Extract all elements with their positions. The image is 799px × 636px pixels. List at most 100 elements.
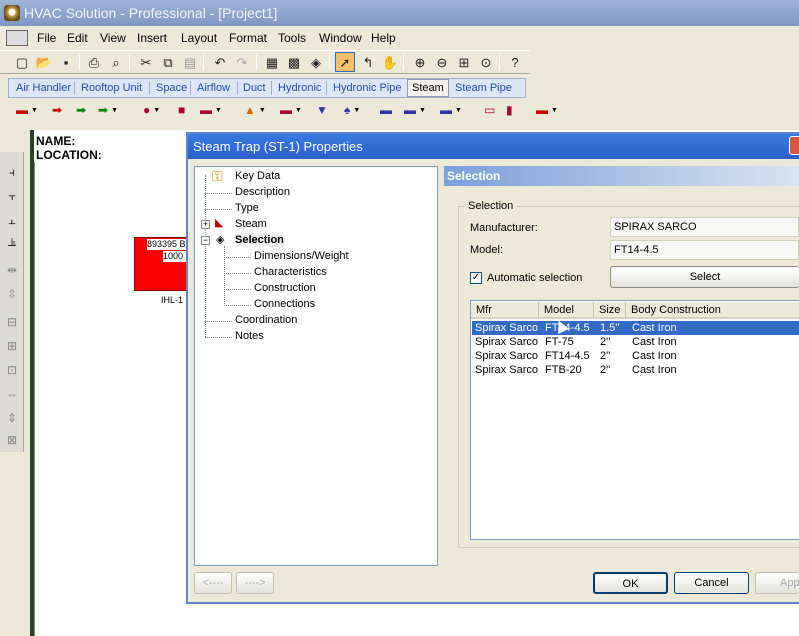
forward-button[interactable]: ----> bbox=[236, 572, 274, 594]
zoom-fit-icon[interactable]: ⊞ bbox=[454, 52, 474, 72]
flash-tank-tool-icon[interactable]: ▬ ▼ bbox=[440, 103, 462, 117]
tab-space[interactable]: Space bbox=[156, 80, 187, 96]
zoom-window-icon[interactable]: ⊙ bbox=[476, 52, 496, 72]
align-bottom-icon[interactable]: ⫡ bbox=[4, 234, 20, 250]
pump-tool-icon[interactable]: ▲ ▼ bbox=[244, 103, 266, 117]
menu-edit[interactable]: Edit bbox=[67, 31, 88, 45]
valve-tool-icon[interactable]: ● ▼ bbox=[143, 103, 160, 117]
zoom-out-icon[interactable]: ⊖ bbox=[432, 52, 452, 72]
print-icon[interactable]: ⎙ bbox=[84, 52, 104, 72]
cut-icon[interactable]: ✂ bbox=[136, 52, 156, 72]
paste-icon[interactable]: ▤ bbox=[180, 52, 200, 72]
expand-steam-icon[interactable]: + bbox=[201, 220, 210, 229]
close-icon[interactable] bbox=[789, 136, 799, 155]
same-width-icon[interactable]: ⊟ bbox=[4, 314, 20, 330]
center-h-icon[interactable]: ⇔ bbox=[4, 386, 20, 402]
undo-icon[interactable]: ↶ bbox=[210, 52, 230, 72]
paint-bucket-icon[interactable]: ◈ bbox=[306, 52, 326, 72]
ok-button[interactable]: OK bbox=[593, 572, 668, 594]
model-field[interactable]: FT14-4.5 bbox=[610, 240, 799, 260]
tree-key-data[interactable]: Key Data bbox=[235, 169, 280, 183]
align-left-icon[interactable]: ⫞ bbox=[4, 164, 20, 180]
riser-tool-icon[interactable]: ▮ bbox=[506, 103, 513, 117]
separator-tool-icon[interactable]: ♠ ▼ bbox=[344, 103, 360, 117]
menu-file[interactable]: File bbox=[37, 31, 56, 45]
same-height-icon[interactable]: ⊞ bbox=[4, 338, 20, 354]
trap-tool-icon[interactable]: ■ bbox=[178, 103, 185, 117]
menu-insert[interactable]: Insert bbox=[137, 31, 167, 45]
boiler-tool-icon[interactable]: ▬ ▼ bbox=[16, 103, 38, 117]
tab-steam-pipe[interactable]: Steam Pipe bbox=[455, 80, 512, 96]
distribute-v-icon[interactable]: ⇳ bbox=[4, 286, 20, 302]
menu-help[interactable]: Help bbox=[371, 31, 396, 45]
strainer-tool-icon[interactable]: ▬ ▼ bbox=[200, 103, 222, 117]
distribute-h-icon[interactable]: ⇹ bbox=[4, 262, 20, 278]
tree-description[interactable]: Description bbox=[235, 185, 290, 199]
calculator-icon[interactable]: ▩ bbox=[284, 52, 304, 72]
column-header-model[interactable]: Model bbox=[539, 302, 594, 319]
tank-tool-icon[interactable]: ▬ ▼ bbox=[280, 103, 302, 117]
tab-hydronic[interactable]: Hydronic bbox=[278, 80, 321, 96]
menu-tools[interactable]: Tools bbox=[278, 31, 306, 45]
center-v-icon[interactable]: ⇕ bbox=[4, 410, 20, 426]
deaerator-tool-icon[interactable]: ▬ ▼ bbox=[404, 103, 426, 117]
open-icon[interactable]: 📂 bbox=[34, 52, 54, 72]
same-size-icon[interactable]: ⊡ bbox=[4, 362, 20, 378]
apply-button[interactable]: App bbox=[755, 572, 799, 594]
tab-hydronic-pipe[interactable]: Hydronic Pipe bbox=[333, 80, 401, 96]
redo-icon[interactable]: ↷ bbox=[232, 52, 252, 72]
document-menu-icon[interactable] bbox=[6, 30, 28, 46]
tab-duct[interactable]: Duct bbox=[243, 80, 266, 96]
tree-connections[interactable]: Connections bbox=[254, 297, 315, 311]
column-header-body-construction[interactable]: Body Construction bbox=[626, 302, 799, 319]
tab-air-handler[interactable]: Air Handler bbox=[16, 80, 71, 96]
back-button[interactable]: <---- bbox=[194, 572, 232, 594]
column-header-mfr[interactable]: Mfr bbox=[471, 302, 539, 319]
tab-rooftop-unit[interactable]: Rooftop Unit bbox=[81, 80, 142, 96]
menu-view[interactable]: View bbox=[100, 31, 126, 45]
menu-format[interactable]: Format bbox=[229, 31, 267, 45]
select-button[interactable]: Select bbox=[610, 266, 799, 288]
properties-icon[interactable]: ▦ bbox=[262, 52, 282, 72]
print-preview-icon[interactable]: ⌕ bbox=[106, 52, 126, 72]
menu-window[interactable]: Window bbox=[319, 31, 362, 45]
space-evenly-icon[interactable]: ⊠ bbox=[4, 432, 20, 448]
table-row[interactable]: Spirax Sarco FT14-4.5 1.5'' Cast Iron bbox=[472, 321, 799, 335]
menu-layout[interactable]: Layout bbox=[181, 31, 217, 45]
save-icon[interactable]: ▪ bbox=[56, 52, 76, 72]
tree-steam[interactable]: Steam bbox=[235, 217, 267, 231]
automatic-selection-checkbox[interactable]: ✓ bbox=[470, 272, 482, 284]
table-row[interactable]: Spirax Sarco FT-75 2'' Cast Iron bbox=[472, 335, 799, 349]
column-header-size[interactable]: Size bbox=[594, 302, 626, 319]
manufacturer-field[interactable]: SPIRAX SARCO bbox=[610, 217, 799, 237]
tab-airflow[interactable]: Airflow bbox=[197, 80, 230, 96]
table-row[interactable]: Spirax Sarco FT14-4.5 2'' Cast Iron bbox=[472, 349, 799, 363]
window-title-bar[interactable]: HVAC Solution - Professional - [Project1… bbox=[0, 0, 799, 26]
tree-selection[interactable]: Selection bbox=[235, 233, 284, 247]
collapse-selection-icon[interactable]: − bbox=[201, 236, 210, 245]
steam-coil-tool-icon[interactable]: ➡ bbox=[76, 103, 86, 117]
tree-construction[interactable]: Construction bbox=[254, 281, 316, 295]
tree-notes[interactable]: Notes bbox=[235, 329, 264, 343]
tree-dimensions-weight[interactable]: Dimensions/Weight bbox=[254, 249, 349, 263]
heat-exchanger-tool-icon[interactable]: ➡ bbox=[52, 103, 62, 117]
pan-hand-icon[interactable]: ✋ bbox=[380, 52, 400, 72]
gauge-tool-icon[interactable]: ▼ bbox=[316, 103, 328, 117]
tree-characteristics[interactable]: Characteristics bbox=[254, 265, 327, 279]
tree-type[interactable]: Type bbox=[235, 201, 259, 215]
table-row[interactable]: Spirax Sarco FTB-20 2'' Cast Iron bbox=[472, 363, 799, 377]
cancel-button[interactable]: Cancel bbox=[674, 572, 749, 594]
fitting-tool-icon[interactable]: ▬ ▼ bbox=[536, 103, 558, 117]
align-center-icon[interactable]: ⫟ bbox=[4, 188, 20, 204]
copy-icon[interactable]: ⧉ bbox=[158, 52, 178, 72]
align-right-icon[interactable]: ⫠ bbox=[4, 212, 20, 228]
condensate-tool-icon[interactable]: ▬ bbox=[380, 103, 392, 117]
help-context-icon[interactable]: ? bbox=[505, 52, 525, 72]
dialog-title-bar[interactable]: Steam Trap (ST-1) Properties bbox=[188, 134, 799, 159]
tab-steam[interactable]: Steam bbox=[407, 79, 449, 97]
pointer-icon[interactable]: ➚ bbox=[335, 52, 355, 72]
new-icon[interactable]: ▢ bbox=[12, 52, 32, 72]
zoom-in-icon[interactable]: ⊕ bbox=[410, 52, 430, 72]
pipe-tool-icon[interactable]: ▭ bbox=[484, 103, 495, 117]
connector-icon[interactable]: ↰ bbox=[358, 52, 378, 72]
